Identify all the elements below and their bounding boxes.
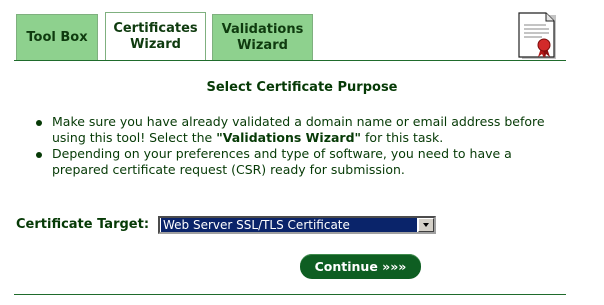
tab-validations-wizard[interactable]: Validations Wizard xyxy=(212,14,313,60)
list-item: Make sure you have already validated a d… xyxy=(36,114,556,146)
tab-validations-wizard-label: Validations Wizard xyxy=(221,21,304,53)
certificate-target-label: Certificate Target: xyxy=(16,217,150,232)
validations-wizard-emphasis: "Validations Wizard" xyxy=(216,130,362,145)
certificate-target-value: Web Server SSL/TLS Certificate xyxy=(161,218,417,232)
list-item: Depending on your preferences and type o… xyxy=(36,146,556,178)
tab-certificates-wizard-label: Certificates Wizard xyxy=(113,21,198,52)
page-title: Select Certificate Purpose xyxy=(206,80,398,95)
instructions-list: Make sure you have already validated a d… xyxy=(36,114,556,178)
continue-button[interactable]: Continue »»» xyxy=(300,254,421,279)
tab-tool-box[interactable]: Tool Box xyxy=(16,14,98,60)
certificate-target-select[interactable]: Web Server SSL/TLS Certificate xyxy=(158,216,436,234)
chevron-down-icon[interactable] xyxy=(418,218,434,232)
certificate-document-icon xyxy=(518,12,556,59)
tab-certificates-wizard[interactable]: Certificates Wizard xyxy=(105,12,206,61)
footer-divider xyxy=(14,294,566,295)
tab-tool-box-label: Tool Box xyxy=(26,29,88,45)
header-divider xyxy=(14,60,566,61)
continue-button-label: Continue »»» xyxy=(314,259,407,274)
